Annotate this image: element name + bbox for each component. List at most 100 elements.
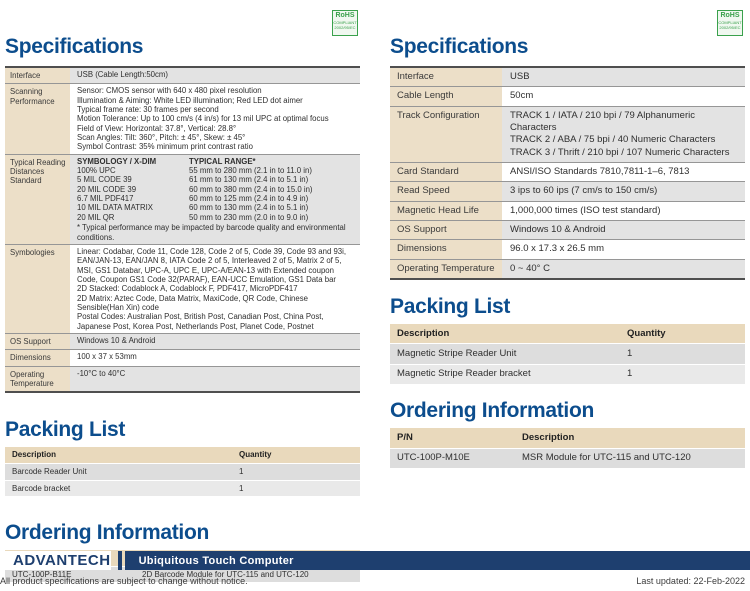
spec-label: OS Support <box>5 334 70 349</box>
spec-row-interface: Interface USB <box>390 68 745 86</box>
packing-row: Magnetic Stripe Reader bracket 1 <box>390 364 745 384</box>
packing-item-quantity: 1 <box>232 481 360 497</box>
spec-row-magnetic-head-life: Magnetic Head Life 1,000,000 times (ISO … <box>390 201 745 220</box>
packing-row: Barcode bracket 1 <box>5 480 360 497</box>
packing-item-description: Barcode bracket <box>5 481 232 497</box>
right-ordering-table: P/N Description UTC-100P-M10E MSR Module… <box>390 428 745 468</box>
symbology-name: 20 MIL CODE 39 <box>77 185 182 194</box>
packing-header-row: Description Quantity <box>390 324 745 343</box>
footer-brand-bar: ADVANTECH Ubiquitous Touch Computer <box>0 551 750 570</box>
spec-value: SYMBOLOGY / X-DIM TYPICAL RANGE* 100% UP… <box>70 155 360 244</box>
symbology-col-header: SYMBOLOGY / X-DIM <box>77 157 182 166</box>
symbology-row: 100% UPC 55 mm to 280 mm (2.1 in to 11.0… <box>77 166 356 175</box>
spec-value: Linear: Codabar, Code 11, Code 128, Code… <box>70 245 360 333</box>
spec-label: Scanning Performance <box>5 84 70 153</box>
packing-col-quantity: Quantity <box>620 324 745 343</box>
symbologies-postal: Postal Codes: Australian Post, British P… <box>77 312 356 331</box>
right-specifications-title: Specifications <box>390 36 745 57</box>
spec-value: USB <box>502 68 745 86</box>
symbology-range: 50 mm to 230 mm (2.0 in to 9.0 in) <box>182 213 356 222</box>
packing-item-description: Magnetic Stripe Reader Unit <box>390 344 620 363</box>
symbology-row: 10 MIL DATA MATRIX 60 mm to 130 mm (2.4 … <box>77 203 356 212</box>
spec-row-operating-temperature: Operating Temperature 0 ~ 40° C <box>390 259 745 278</box>
scanning-line: Motion Tolerance: Up to 100 cm/s (4 in/s… <box>77 114 356 123</box>
spec-label: Dimensions <box>5 350 70 365</box>
spec-label: Operating Temperature <box>5 367 70 392</box>
content-columns: RoHS COMPLIANT 2002/95/EC Specifications… <box>0 0 750 582</box>
packing-header-row: Description Quantity <box>5 447 360 463</box>
symbology-row: 5 MIL CODE 39 61 mm to 130 mm (2.4 in to… <box>77 175 356 184</box>
ordering-part-number: UTC-100P-M10E <box>390 449 515 468</box>
spec-value: USB (Cable Length:50cm) <box>70 68 360 83</box>
spec-label: OS Support <box>390 221 502 239</box>
packing-col-description: Description <box>5 447 232 463</box>
spec-label: Magnetic Head Life <box>390 202 502 220</box>
ordering-col-description: Description <box>515 428 745 447</box>
spec-value: Windows 10 & Android <box>502 221 745 239</box>
scanning-line: Scan Angles: Tilt: 360°, Pitch: ± 45°, S… <box>77 133 356 142</box>
tagline-bar: Ubiquitous Touch Computer <box>125 551 750 570</box>
spec-label: Typical Reading Distances Standard <box>5 155 70 244</box>
symbology-name: 10 MIL DATA MATRIX <box>77 203 182 212</box>
left-ordering-information-title: Ordering Information <box>5 522 360 543</box>
footer-note-row: All product specifications are subject t… <box>0 576 745 586</box>
rohs-directive-label: 2002/95/EC <box>718 25 742 30</box>
scanning-line: Sensor: CMOS sensor with 640 x 480 pixel… <box>77 86 356 95</box>
rohs-title: RoHS <box>718 12 742 20</box>
spec-label: Operating Temperature <box>390 260 502 278</box>
packing-row: Magnetic Stripe Reader Unit 1 <box>390 343 745 363</box>
packing-col-quantity: Quantity <box>232 447 360 463</box>
symbology-range: 61 mm to 130 mm (2.4 in to 5.1 in) <box>182 175 356 184</box>
advantech-logo: ADVANTECH <box>0 551 111 570</box>
left-specifications-title: Specifications <box>5 36 360 57</box>
symbologies-2d-matrix: 2D Matrix: Aztec Code, Data Matrix, Maxi… <box>77 294 356 313</box>
symbology-row: 6.7 MIL PDF417 60 mm to 125 mm (2.4 in t… <box>77 194 356 203</box>
symbology-row: 20 MIL CODE 39 60 mm to 380 mm (2.4 in t… <box>77 185 356 194</box>
packing-item-quantity: 1 <box>232 464 360 480</box>
rohs-badge: RoHS COMPLIANT 2002/95/EC <box>332 10 358 36</box>
logo-separator <box>118 551 122 570</box>
right-packing-table: Description Quantity Magnetic Stripe Rea… <box>390 324 745 384</box>
track-line: TRACK 2 / ABA / 75 bpi / 40 Numeric Char… <box>510 134 741 146</box>
spec-value: 0 ~ 40° C <box>502 260 745 278</box>
spec-row-read-speed: Read Speed 3 ips to 60 ips (7 cm/s to 15… <box>390 181 745 200</box>
spec-row-symbologies: Symbologies Linear: Codabar, Code 11, Co… <box>5 244 360 333</box>
last-updated-text: Last updated: 22-Feb-2022 <box>636 576 745 586</box>
spec-row-card-standard: Card Standard ANSI/ISO Standards 7810,78… <box>390 162 745 181</box>
spec-value: 3 ips to 60 ips (7 cm/s to 150 cm/s) <box>502 182 745 200</box>
right-ordering-information-title: Ordering Information <box>390 400 745 421</box>
spec-row-os-support: OS Support Windows 10 & Android <box>5 333 360 349</box>
left-packing-list-title: Packing List <box>5 419 360 440</box>
spec-row-track-configuration: Track Configuration TRACK 1 / IATA / 210… <box>390 106 745 162</box>
spec-row-interface: Interface USB (Cable Length:50cm) <box>5 68 360 83</box>
spec-value: ANSI/ISO Standards 7810,7811-1–6, 7813 <box>502 163 745 181</box>
spec-row-dimensions: Dimensions 96.0 x 17.3 x 26.5 mm <box>390 239 745 258</box>
spec-value: Windows 10 & Android <box>70 334 360 349</box>
ordering-col-pn: P/N <box>390 428 515 447</box>
spec-row-reading-distances: Typical Reading Distances Standard SYMBO… <box>5 154 360 244</box>
disclaimer-text: All product specifications are subject t… <box>0 576 248 586</box>
right-spec-table: Interface USB Cable Length 50cm Track Co… <box>390 66 745 280</box>
reading-distance-footnote: * Typical performance may be impacted by… <box>77 223 356 242</box>
spec-label: Symbologies <box>5 245 70 333</box>
symbology-row: 20 MIL QR 50 mm to 230 mm (2.0 in to 9.0… <box>77 213 356 222</box>
spec-label: Interface <box>5 68 70 83</box>
symbology-range: 60 mm to 380 mm (2.4 in to 15.0 in) <box>182 185 356 194</box>
advantech-logo-text: ADVANTECH <box>13 552 111 569</box>
spec-value: 1,000,000 times (ISO test standard) <box>502 202 745 220</box>
symbology-name: 5 MIL CODE 39 <box>77 175 182 184</box>
spec-row-scanning-performance: Scanning Performance Sensor: CMOS sensor… <box>5 83 360 153</box>
spec-label: Cable Length <box>390 87 502 105</box>
spec-value: TRACK 1 / IATA / 210 bpi / 79 Alphanumer… <box>502 107 745 162</box>
spec-label: Read Speed <box>390 182 502 200</box>
scanning-line: Symbol Contrast: 35% minimum print contr… <box>77 142 356 151</box>
spec-value: Sensor: CMOS sensor with 640 x 480 pixel… <box>70 84 360 153</box>
scanning-line: Illumination & Aiming: White LED illumin… <box>77 96 356 105</box>
packing-item-description: Magnetic Stripe Reader bracket <box>390 365 620 384</box>
spec-value: 96.0 x 17.3 x 26.5 mm <box>502 240 745 258</box>
packing-item-description: Barcode Reader Unit <box>5 464 232 480</box>
scanning-line: Typical frame rate: 30 frames per second <box>77 105 356 114</box>
track-line: TRACK 3 / Thrift / 210 bpi / 107 Numeric… <box>510 147 741 159</box>
spec-value: -10°C to 40°C <box>70 367 360 392</box>
packing-row: Barcode Reader Unit 1 <box>5 463 360 480</box>
